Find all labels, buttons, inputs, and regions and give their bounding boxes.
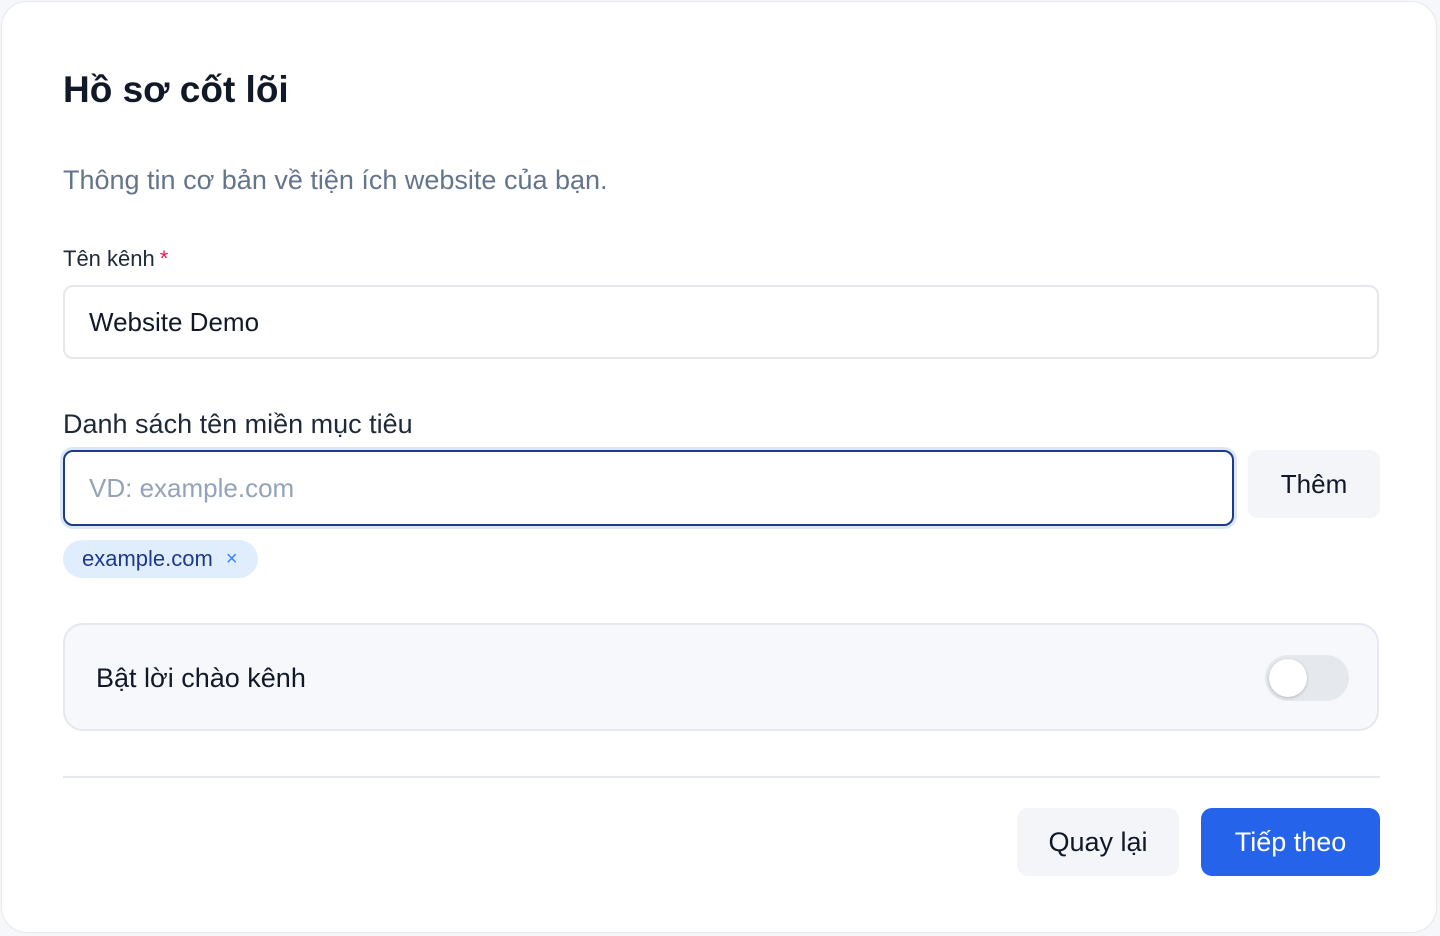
channel-name-label-text: Tên kênh <box>63 246 155 271</box>
close-icon[interactable]: × <box>226 549 238 569</box>
next-button[interactable]: Tiếp theo <box>1201 808 1380 876</box>
page-subtitle: Thông tin cơ bản về tiện ích website của… <box>63 165 608 195</box>
page-title: Hồ sơ cốt lõi <box>63 69 289 110</box>
greeting-toggle-switch[interactable] <box>1265 655 1349 701</box>
target-domains-label: Danh sách tên miền mục tiêu <box>63 409 413 439</box>
back-button[interactable]: Quay lại <box>1017 808 1179 876</box>
greeting-toggle-label: Bật lời chào kênh <box>96 663 306 693</box>
required-marker: * <box>159 246 169 271</box>
domain-chip-label: example.com <box>82 546 213 571</box>
domain-input[interactable] <box>63 450 1234 526</box>
greeting-toggle-row: Bật lời chào kênh <box>63 623 1379 731</box>
core-profile-card: Hồ sơ cốt lõi Thông tin cơ bản về tiện í… <box>1 1 1437 933</box>
channel-name-label: Tên kênh * <box>63 244 168 274</box>
channel-name-input[interactable] <box>63 285 1379 359</box>
footer-divider <box>63 776 1380 778</box>
toggle-knob <box>1269 659 1307 697</box>
domain-chip: example.com × <box>63 540 258 578</box>
add-domain-button[interactable]: Thêm <box>1248 450 1380 518</box>
